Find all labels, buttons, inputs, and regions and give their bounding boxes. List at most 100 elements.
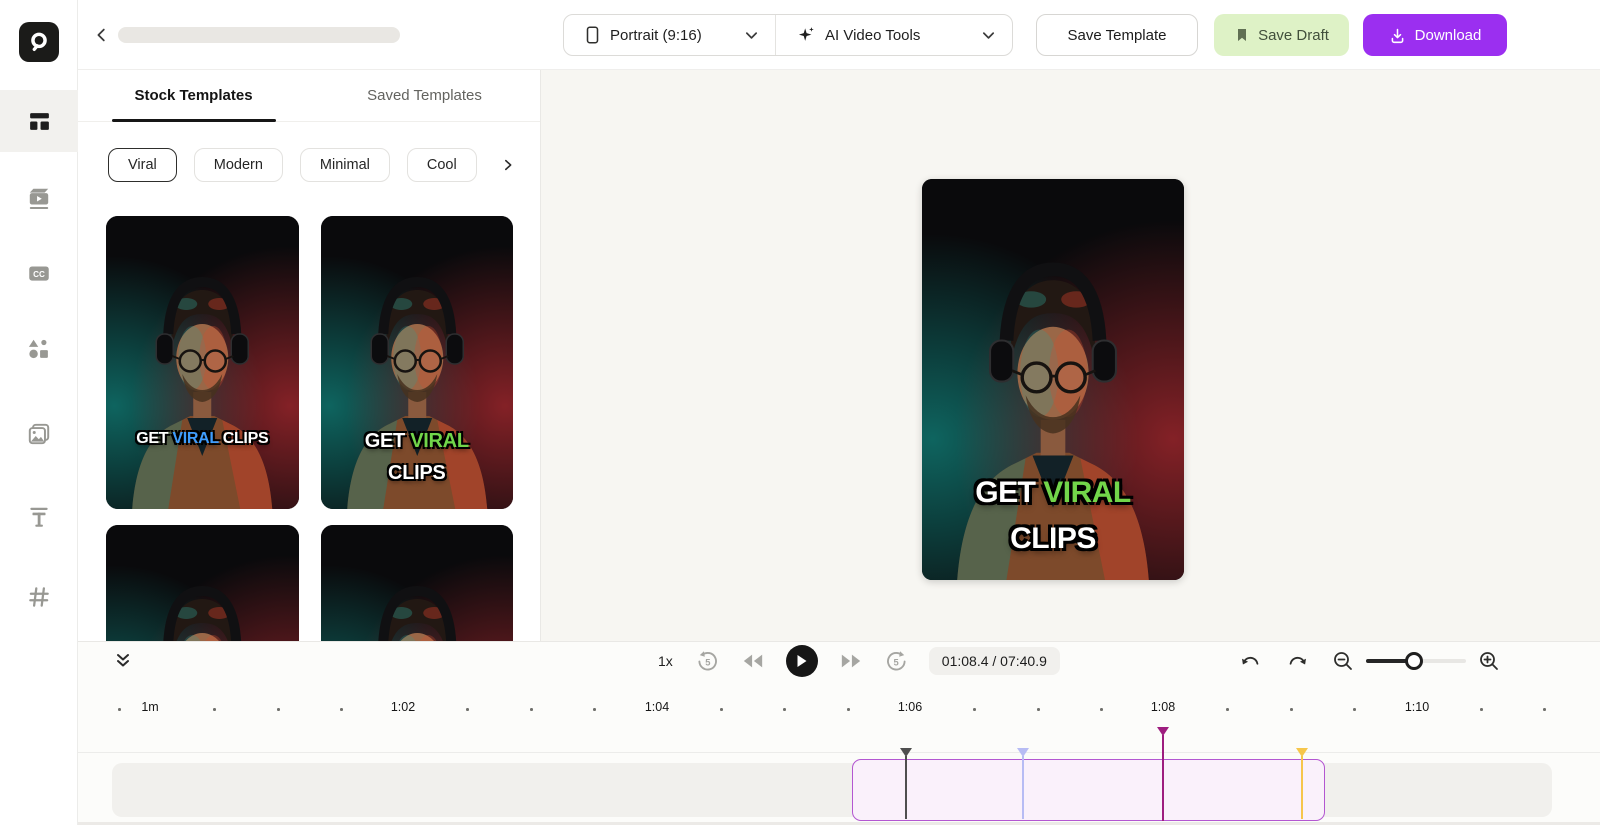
svg-text:5: 5 (893, 657, 898, 667)
timeline-tools (1240, 642, 1500, 680)
chevron-down-icon (982, 31, 995, 39)
slider-knob[interactable] (1405, 652, 1423, 670)
preview-canvas: GET VIRAL CLIPS (541, 70, 1600, 641)
collapse-timeline-button[interactable] (110, 648, 136, 674)
rewind-5-icon: 5 (698, 650, 717, 670)
toolbar-dropdowns: Portrait (9:16) AI Video Tools (563, 14, 1013, 56)
templates-panel: Stock Templates Saved Templates Viral Mo… (78, 70, 541, 641)
tab-saved-templates[interactable]: Saved Templates (309, 70, 540, 121)
ruler-tick-dot (530, 708, 533, 711)
templates-icon (29, 112, 49, 130)
video-editor-app: CC Portrait (9:16) AI Video Tools Save T… (0, 0, 1600, 825)
bookmark-icon (1238, 29, 1247, 41)
ruler-tick-dot (340, 708, 343, 711)
playback-speed-button[interactable]: 1x (658, 653, 673, 669)
next-button[interactable] (840, 652, 862, 670)
fast-backward-icon (743, 654, 762, 668)
sidebar-item-media[interactable] (0, 410, 78, 458)
shapes-icon (28, 339, 48, 359)
redo-icon (1289, 656, 1306, 665)
sidebar-item-clips[interactable] (0, 174, 78, 222)
sidebar-item-templates[interactable] (0, 90, 78, 152)
zoom-out-button[interactable] (1332, 650, 1354, 672)
active-tab-underline (112, 119, 276, 122)
save-template-label: Save Template (1067, 26, 1167, 44)
text-tool-icon (30, 507, 48, 527)
ruler-tick-dot (783, 708, 786, 711)
template-card-viral-green[interactable]: GET VIRAL CLIPS (320, 216, 513, 509)
skip-back-5s-button[interactable]: 5 (695, 649, 720, 674)
download-label: Download (1414, 26, 1482, 44)
timeline-marker[interactable] (1296, 748, 1308, 819)
timeline-marker[interactable] (900, 748, 912, 819)
aspect-ratio-dropdown[interactable]: Portrait (9:16) (564, 15, 776, 55)
timeline-clip[interactable] (852, 759, 1325, 821)
topbar: Portrait (9:16) AI Video Tools Save Temp… (78, 0, 1600, 70)
timeline-panel: 1x 5 5 01:08.4 / 07:40.9 1m 1:02 1:04 1:… (78, 641, 1600, 825)
template-thumbnail-art (106, 525, 299, 641)
zoom-in-button[interactable] (1478, 650, 1500, 672)
undo-button[interactable] (1240, 651, 1262, 671)
chevron-right-icon (504, 159, 512, 171)
ruler-tick-dot (1226, 708, 1229, 711)
template-caption: GET VIRAL CLIPS (364, 430, 469, 485)
sidebar-item-hashtags[interactable] (0, 573, 78, 621)
tab-stock-templates[interactable]: Stock Templates (78, 70, 309, 121)
ruler-tick-dot (720, 708, 723, 711)
save-draft-label: Save Draft (1258, 26, 1329, 44)
back-chevron-icon (97, 28, 105, 42)
template-card-partial[interactable] (320, 525, 514, 641)
skip-forward-5s-button[interactable]: 5 (884, 649, 909, 674)
sidebar-item-elements[interactable] (0, 325, 78, 373)
chevron-down-icon (745, 31, 758, 39)
marker-stem (905, 756, 907, 819)
filters-scroll-right-button[interactable] (498, 155, 518, 175)
timeline-ruler[interactable]: 1m 1:02 1:04 1:06 1:08 1:10 (78, 694, 1600, 722)
filter-chip-viral[interactable]: Viral (108, 148, 177, 182)
sidebar-item-text[interactable] (0, 493, 78, 541)
double-chevron-down-icon (117, 654, 129, 667)
ruler-time-label: 1:04 (644, 700, 670, 714)
save-draft-button[interactable]: Save Draft (1214, 14, 1349, 56)
ruler-tick-dot (118, 708, 121, 711)
timeline-marker[interactable] (1017, 748, 1029, 819)
timeline-zoom-slider[interactable] (1366, 652, 1466, 670)
fast-forward-icon (841, 654, 860, 668)
previous-button[interactable] (742, 652, 764, 670)
panel-tabs: Stock Templates Saved Templates (78, 70, 540, 122)
ruler-time-label: 1m (141, 700, 159, 714)
filter-chip-minimal[interactable]: Minimal (299, 148, 390, 182)
app-logo[interactable] (19, 22, 59, 62)
sidebar-item-captions[interactable]: CC (0, 249, 78, 297)
ai-video-tools-label: AI Video Tools (825, 26, 921, 44)
ruler-tick-dot (1037, 708, 1040, 711)
timeline-track[interactable] (112, 763, 1552, 817)
template-card-viral-blue[interactable]: GET VIRAL CLIPS (106, 216, 299, 509)
preview-caption[interactable]: GET VIRAL CLIPS (922, 470, 1184, 563)
filter-chips: Viral Modern Minimal Cool (78, 148, 540, 182)
video-preview[interactable]: GET VIRAL CLIPS (922, 179, 1184, 580)
filter-chip-modern[interactable]: Modern (193, 148, 283, 182)
download-button[interactable]: Download (1363, 14, 1507, 56)
zoom-out-icon (1334, 652, 1352, 670)
back-button[interactable] (90, 23, 114, 47)
ruler-tick-dot (1353, 708, 1356, 711)
save-template-button[interactable]: Save Template (1036, 14, 1198, 56)
template-thumbnail-art (321, 525, 514, 641)
ruler-tick-dot (847, 708, 850, 711)
timeline-marker[interactable] (1157, 727, 1169, 821)
template-grid: GET VIRAL CLIPS GET VIRAL CLIPS (106, 216, 513, 641)
opusclip-logo-icon (31, 32, 47, 51)
timecode-display: 01:08.4 / 07:40.9 (928, 647, 1060, 675)
filter-chip-cool[interactable]: Cool (406, 148, 477, 182)
image-icon (28, 423, 50, 445)
svg-text:CC: CC (33, 270, 45, 279)
play-button[interactable] (785, 645, 818, 677)
ruler-tick-dot (277, 708, 280, 711)
redo-button[interactable] (1286, 651, 1308, 671)
template-thumbnail-art (106, 216, 299, 509)
ai-video-tools-dropdown[interactable]: AI Video Tools (776, 15, 1012, 55)
undo-icon (1242, 656, 1259, 665)
ruler-time-label: 1:10 (1404, 700, 1430, 714)
template-card-partial[interactable] (106, 525, 299, 641)
